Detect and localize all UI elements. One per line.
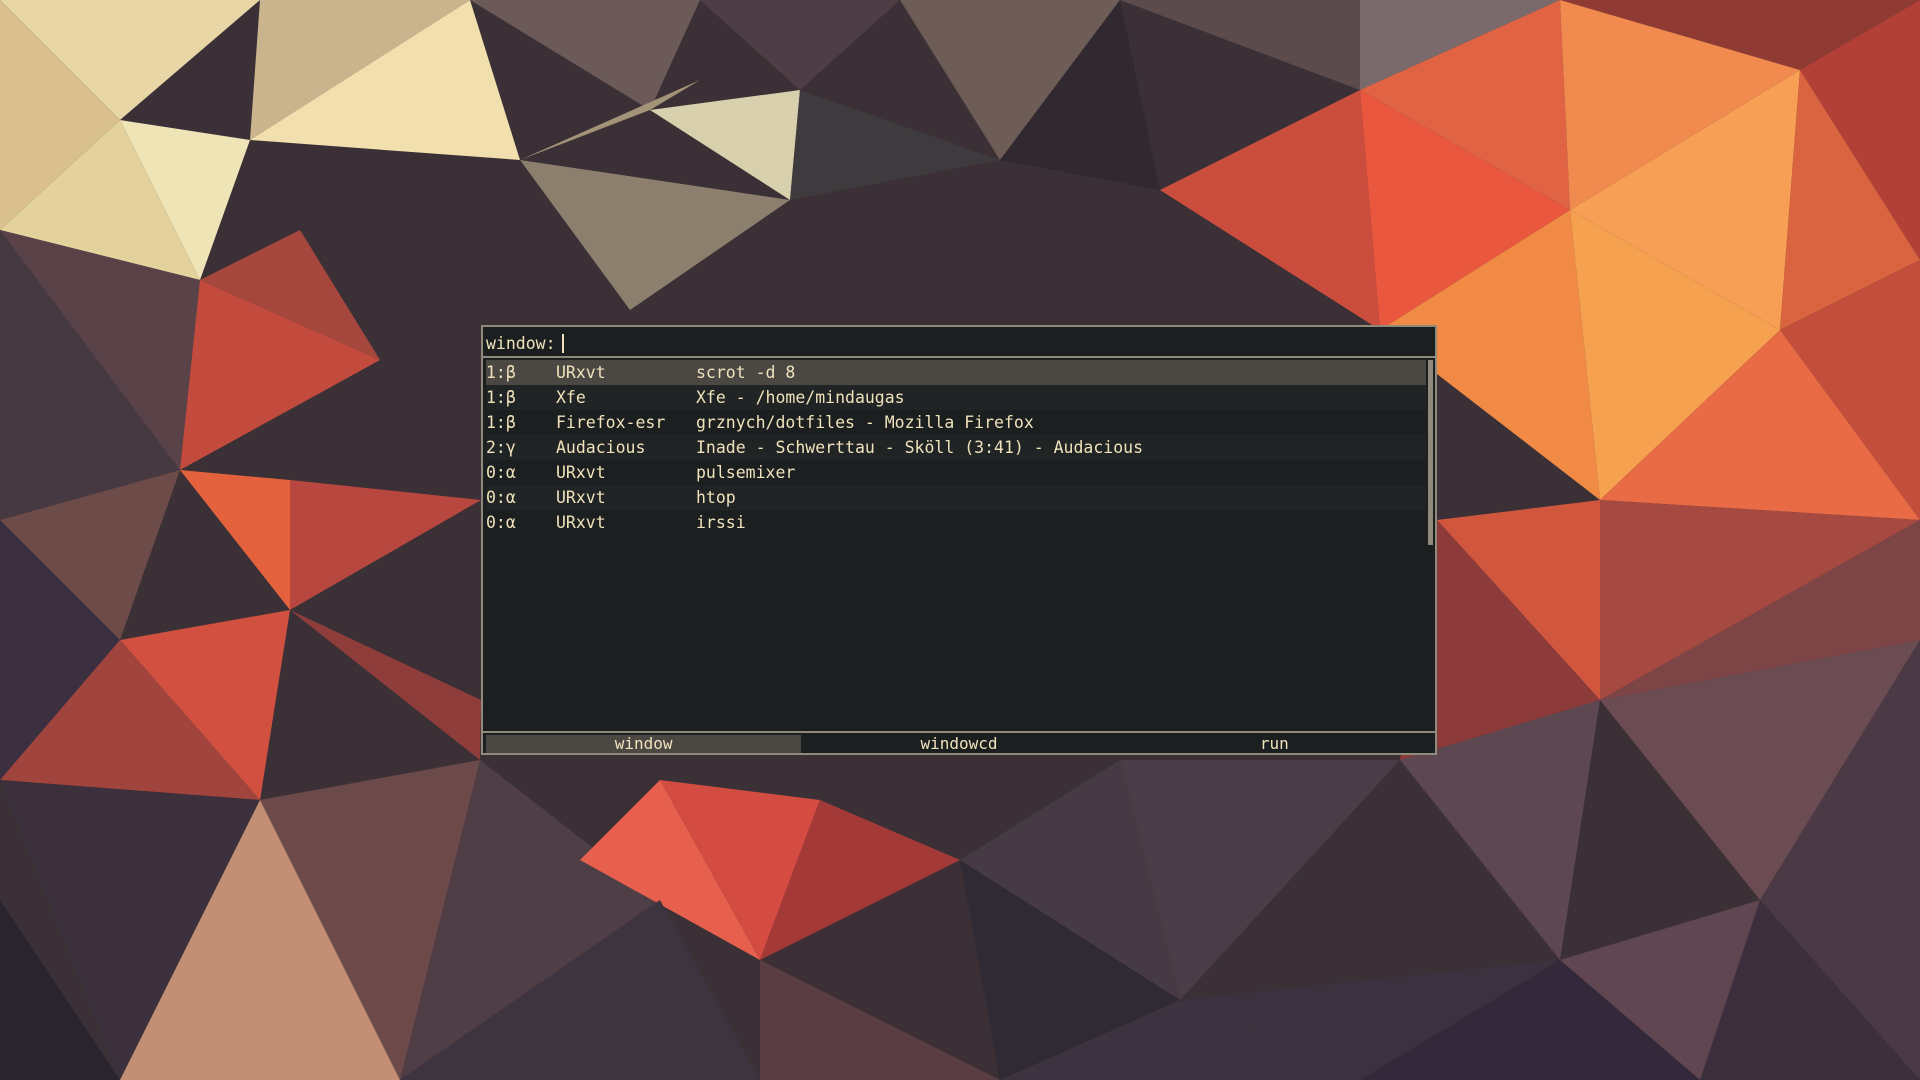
- workspace-cell: 0:α: [486, 463, 516, 482]
- prompt-label: window:: [486, 333, 556, 353]
- mode-tab-run[interactable]: run: [1117, 735, 1432, 753]
- class-cell: URxvt: [556, 463, 606, 482]
- title-cell: scrot -d 8: [696, 363, 796, 382]
- rofi-window-switcher: window: 1:β URxvt scrot -d 8 1:β Xfe Xfe…: [481, 325, 1437, 755]
- scrollbar[interactable]: [1428, 360, 1433, 545]
- bottom-separator: [483, 731, 1435, 733]
- list-item[interactable]: 1:β Xfe Xfe - /home/mindaugas: [486, 385, 1426, 410]
- prompt-row: window:: [486, 332, 564, 354]
- list-item[interactable]: 0:α URxvt htop: [486, 485, 1426, 510]
- title-cell: Inade - Schwerttau - Sköll (3:41) - Auda…: [696, 438, 1144, 457]
- list-item[interactable]: 0:α URxvt pulsemixer: [486, 460, 1426, 485]
- list-item[interactable]: 1:β URxvt scrot -d 8: [486, 360, 1426, 385]
- list-item[interactable]: 2:γ Audacious Inade - Schwerttau - Sköll…: [486, 435, 1426, 460]
- mode-tab-window[interactable]: window: [486, 735, 802, 753]
- window-list: 1:β URxvt scrot -d 8 1:β Xfe Xfe - /home…: [486, 360, 1426, 535]
- mode-tab-windowcd[interactable]: windowcd: [801, 735, 1116, 753]
- mode-switcher: window windowcd run: [486, 735, 1432, 753]
- workspace-cell: 1:β: [486, 388, 516, 407]
- title-cell: htop: [696, 488, 736, 507]
- class-cell: URxvt: [556, 363, 606, 382]
- title-cell: pulsemixer: [696, 463, 796, 482]
- class-cell: Firefox-esr: [556, 413, 666, 432]
- class-cell: URxvt: [556, 488, 606, 507]
- workspace-cell: 0:α: [486, 513, 516, 532]
- workspace-cell: 2:γ: [486, 438, 516, 457]
- class-cell: URxvt: [556, 513, 606, 532]
- workspace-cell: 1:β: [486, 413, 516, 432]
- class-cell: Audacious: [556, 438, 646, 457]
- title-cell: grznych/dotfiles - Mozilla Firefox: [696, 413, 1034, 432]
- class-cell: Xfe: [556, 388, 586, 407]
- title-cell: Xfe - /home/mindaugas: [696, 388, 905, 407]
- list-item[interactable]: 1:β Firefox-esr grznych/dotfiles - Mozil…: [486, 410, 1426, 435]
- text-cursor: [561, 333, 564, 353]
- workspace-cell: 0:α: [486, 488, 516, 507]
- top-separator: [483, 356, 1435, 358]
- title-cell: irssi: [696, 513, 746, 532]
- workspace-cell: 1:β: [486, 363, 516, 382]
- list-item[interactable]: 0:α URxvt irssi: [486, 510, 1426, 535]
